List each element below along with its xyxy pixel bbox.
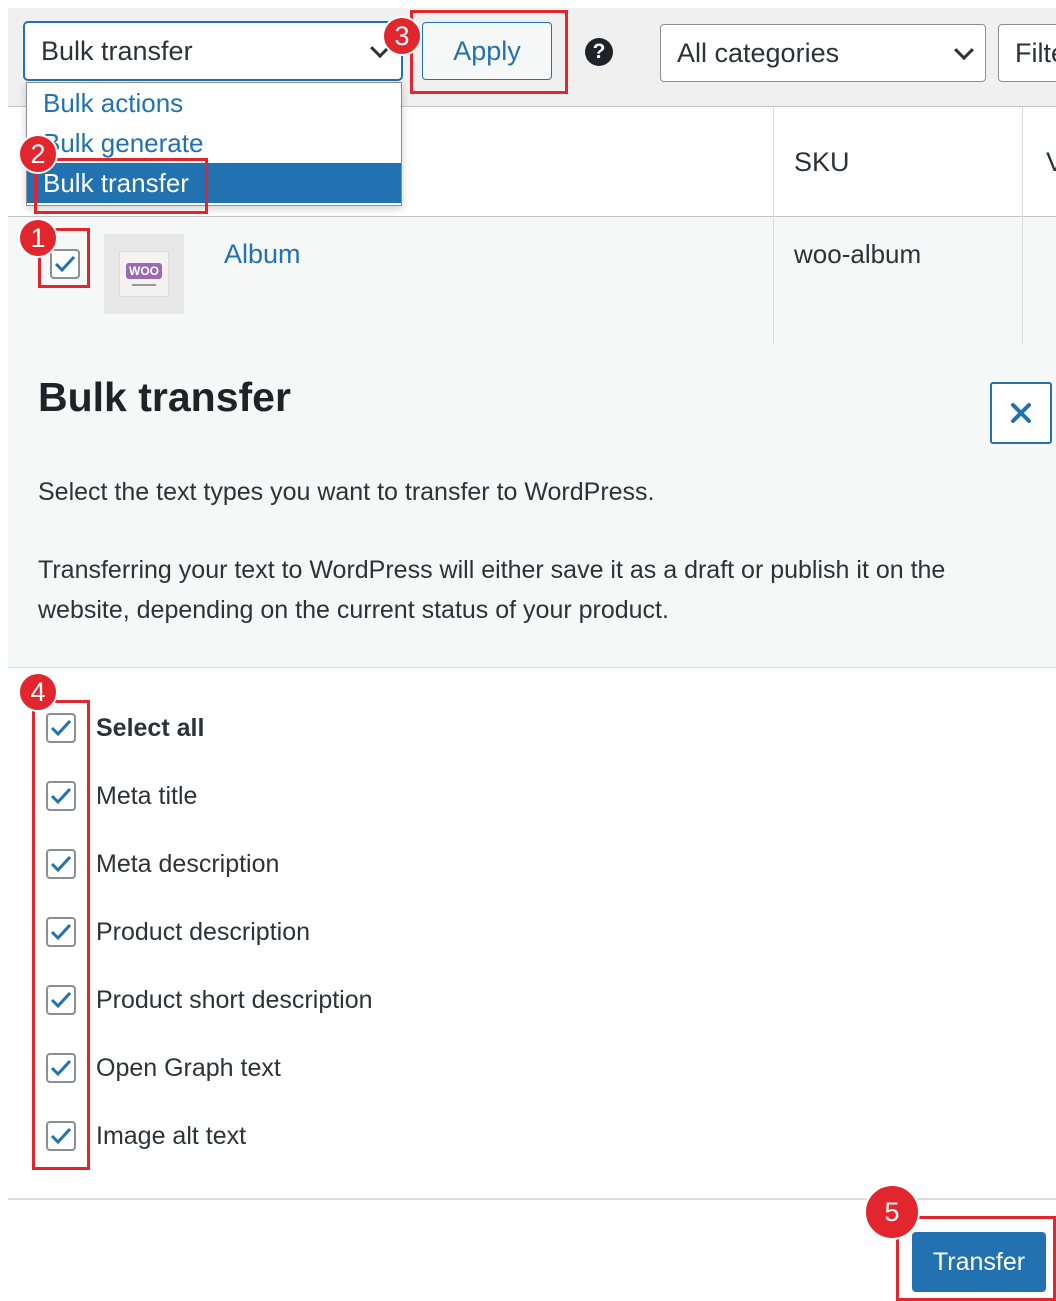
highlight-box-bulk-transfer — [34, 158, 208, 214]
step-badge-4: 4 — [18, 672, 58, 712]
step-badge-5: 5 — [864, 1184, 920, 1240]
highlight-box-checkboxes — [32, 700, 90, 1170]
category-filter-select[interactable]: All categories — [660, 24, 986, 82]
modal-note-text: Transferring your text to WordPress will… — [38, 556, 946, 624]
help-icon[interactable]: ? — [585, 38, 613, 66]
step-badge-3: 3 — [382, 16, 422, 56]
dropdown-option-bulk-generate[interactable]: Bulk generate — [27, 123, 401, 163]
modal-intro-text: Select the text types you want to transf… — [38, 478, 655, 506]
filter-button[interactable]: Filter — [998, 24, 1056, 82]
step-badge-1: 1 — [18, 218, 58, 258]
product-name-link[interactable]: Album — [224, 239, 301, 270]
dropdown-option-bulk-actions[interactable]: Bulk actions — [27, 83, 401, 123]
step-badge-2: 2 — [18, 134, 58, 174]
bulk-action-select[interactable]: Bulk transfer — [24, 22, 402, 80]
category-filter-value: All categories — [677, 37, 840, 68]
option-label: Meta title — [96, 781, 198, 810]
modal-close-button[interactable] — [990, 382, 1052, 444]
woo-logo-mark: WOO — [126, 262, 162, 279]
decorative-line — [132, 283, 156, 286]
option-label: Meta description — [96, 849, 280, 878]
option-label: Product description — [96, 917, 311, 946]
modal-title: Bulk transfer — [38, 374, 291, 420]
filter-button-label: Filter — [1015, 37, 1056, 68]
chevron-down-icon — [954, 40, 974, 61]
column-header-partial: V — [1046, 147, 1056, 177]
column-header-sku[interactable]: SKU — [794, 147, 850, 178]
woo-logo-image: WOO — [119, 251, 169, 297]
bulk-action-select-value: Bulk transfer — [41, 35, 193, 66]
product-sku: woo-album — [794, 239, 922, 269]
option-label: Image alt text — [96, 1121, 247, 1150]
highlight-box-transfer — [896, 1216, 1056, 1301]
column-divider — [773, 107, 774, 344]
product-thumbnail[interactable]: WOO — [104, 234, 184, 314]
close-icon — [1011, 403, 1031, 423]
option-label: Open Graph text — [96, 1053, 281, 1082]
option-label: Product short description — [96, 985, 373, 1014]
text-type-options: Select all Meta title Meta description P… — [8, 668, 1056, 1198]
bulk-transfer-modal-header: Bulk transfer Select the text types you … — [8, 344, 1056, 668]
option-product-short-description[interactable]: Product short description — [46, 980, 373, 1020]
option-label: Select all — [96, 713, 205, 742]
column-divider — [1022, 107, 1023, 344]
highlight-box-apply — [410, 10, 568, 94]
